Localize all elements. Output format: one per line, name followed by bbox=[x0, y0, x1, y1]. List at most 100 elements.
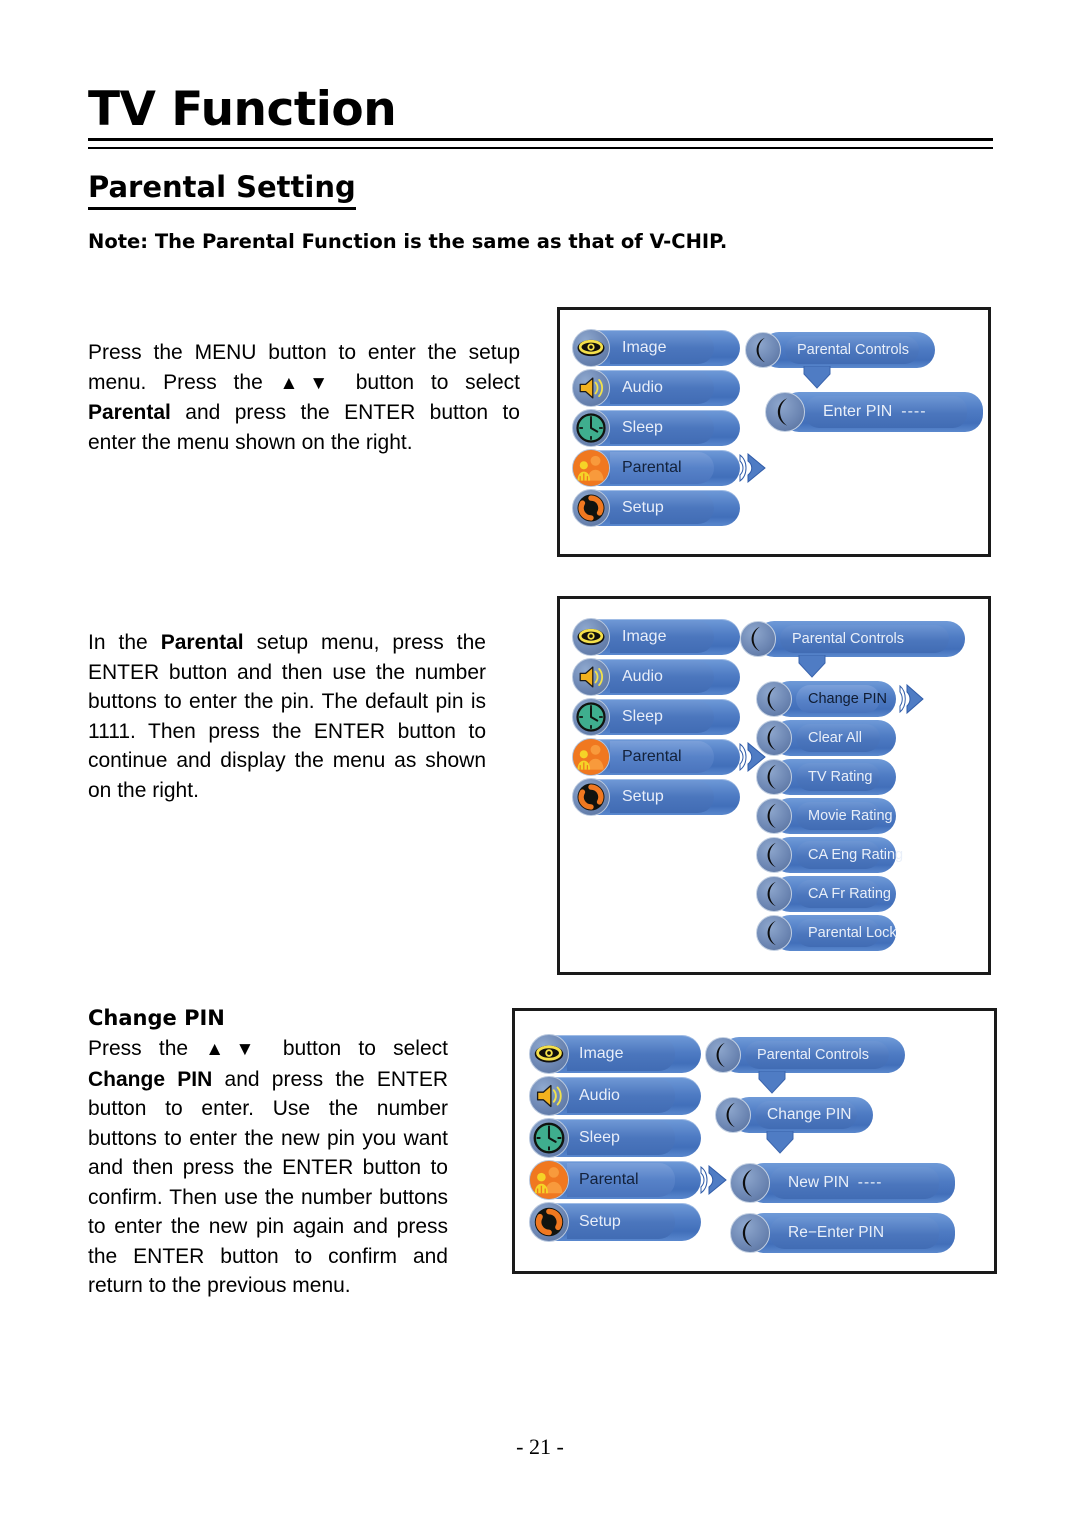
submenu-header-parental-controls[interactable]: Parental Controls bbox=[745, 332, 935, 368]
family-icon bbox=[572, 738, 610, 776]
subheading-change-pin: Change PIN bbox=[88, 1006, 225, 1030]
menu-row-parental[interactable]: Parental bbox=[572, 448, 766, 488]
page-number: - 21 - bbox=[516, 1434, 564, 1459]
submenu-item-change-pin[interactable]: Change PIN bbox=[756, 681, 924, 717]
selection-arrow-icon bbox=[898, 683, 926, 715]
submenu-item-label: Movie Rating bbox=[808, 808, 893, 824]
submenu-item-tv-rating[interactable]: TV Rating bbox=[756, 759, 896, 795]
menu-row-audio[interactable]: Audio bbox=[572, 657, 740, 697]
osd-diagram-change-pin: Image Audio Sleep Parental Setup Parenta… bbox=[512, 1008, 997, 1274]
submenu-header-parental-controls[interactable]: Parental Controls bbox=[705, 1037, 905, 1073]
menu-row-sleep[interactable]: Sleep bbox=[572, 697, 740, 737]
p2-part-a: In the bbox=[88, 631, 161, 654]
menu-label: Audio bbox=[579, 1087, 620, 1104]
speaker-icon bbox=[572, 369, 610, 407]
osd-main-menu: Image Audio Sleep Parental Setup bbox=[529, 1033, 727, 1243]
submenu-header-label: Parental Controls bbox=[797, 342, 910, 358]
menu-row-setup[interactable]: Setup bbox=[572, 488, 740, 528]
menu-row-image[interactable]: Image bbox=[572, 328, 740, 368]
submenu-item-label: Clear All bbox=[808, 730, 862, 746]
p2-bold-parental: Parental bbox=[160, 631, 244, 654]
enter-pin-value: ---- bbox=[901, 403, 927, 420]
updown-arrow-glyphs: ▲▼ bbox=[279, 372, 339, 394]
eye-icon bbox=[529, 1034, 569, 1074]
submenu-item-movie-rating[interactable]: Movie Rating bbox=[756, 798, 896, 834]
menu-row-parental[interactable]: Parental bbox=[572, 737, 766, 777]
speaker-icon bbox=[529, 1076, 569, 1116]
family-icon bbox=[529, 1160, 569, 1200]
crescent-icon bbox=[715, 1097, 751, 1133]
menu-label: Sleep bbox=[622, 419, 663, 436]
p3-part-a: Press the bbox=[88, 1037, 206, 1060]
clock-icon bbox=[572, 409, 610, 447]
submenu-header-label: Parental Controls bbox=[792, 631, 905, 647]
note-text: Note: The Parental Function is the same … bbox=[88, 230, 728, 253]
menu-label: Image bbox=[622, 628, 667, 645]
title-divider bbox=[88, 138, 993, 149]
menu-label: Setup bbox=[622, 788, 664, 805]
menu-row-image[interactable]: Image bbox=[529, 1033, 701, 1075]
submenu-item-label: New PIN ---- bbox=[788, 1174, 882, 1192]
refresh-icon bbox=[572, 489, 610, 527]
instruction-paragraph-3: Press the ▲▼ button to select Change PIN… bbox=[88, 1034, 448, 1301]
connector-down-arrow-icon bbox=[800, 366, 834, 390]
crescent-icon bbox=[705, 1037, 741, 1073]
osd-diagram-enter-pin: Image Audio Sleep Parental Setup Parenta… bbox=[557, 307, 991, 557]
crescent-icon bbox=[756, 681, 792, 717]
submenu-item-enter-pin[interactable]: Enter PIN ---- bbox=[765, 392, 983, 432]
menu-label: Sleep bbox=[622, 708, 663, 725]
submenu-item-parental-lock[interactable]: Parental Lock bbox=[756, 915, 897, 951]
submenu-item-clear-all[interactable]: Clear All bbox=[756, 720, 896, 756]
submenu-item-change-pin[interactable]: Change PIN bbox=[715, 1097, 873, 1133]
eye-icon bbox=[572, 618, 610, 656]
menu-row-image[interactable]: Image bbox=[572, 617, 740, 657]
speaker-icon bbox=[572, 658, 610, 696]
enter-pin-text: Enter PIN bbox=[823, 403, 893, 420]
section-title: Parental Setting bbox=[88, 170, 356, 210]
osd-main-menu: Image Audio Sleep Parental Setup bbox=[572, 617, 766, 817]
p2-part-b: setup menu, press the ENTER button and t… bbox=[88, 631, 486, 802]
crescent-icon bbox=[756, 915, 792, 951]
updown-arrow-glyphs: ▲▼ bbox=[205, 1039, 266, 1060]
submenu-item-label: Change PIN bbox=[767, 1106, 852, 1123]
submenu-item-label: Change PIN bbox=[808, 691, 887, 707]
menu-row-sleep[interactable]: Sleep bbox=[529, 1117, 701, 1159]
p1-bold-parental: Parental bbox=[88, 401, 171, 424]
menu-label: Setup bbox=[622, 499, 664, 516]
submenu-item-re-enter-pin[interactable]: Re−Enter PIN bbox=[730, 1213, 955, 1253]
submenu-item-label: CA Eng Rating bbox=[808, 847, 904, 863]
menu-row-setup[interactable]: Setup bbox=[529, 1201, 701, 1243]
submenu-item-new-pin[interactable]: New PIN ---- bbox=[730, 1163, 955, 1203]
p3-part-c: and press the ENTER button to enter. Use… bbox=[88, 1067, 448, 1298]
submenu-item-label: CA Fr Rating bbox=[808, 886, 891, 902]
menu-label: Audio bbox=[622, 668, 663, 685]
menu-row-setup[interactable]: Setup bbox=[572, 777, 740, 817]
submenu-item-ca-eng-rating[interactable]: CA Eng Rating bbox=[756, 837, 903, 873]
submenu-header-parental-controls[interactable]: Parental Controls bbox=[740, 621, 965, 657]
menu-label: Parental bbox=[622, 459, 682, 476]
menu-row-audio[interactable]: Audio bbox=[572, 368, 740, 408]
crescent-icon bbox=[756, 876, 792, 912]
p3-bold-change-pin: Change PIN bbox=[88, 1067, 213, 1091]
menu-label: Setup bbox=[579, 1213, 621, 1230]
crescent-icon bbox=[756, 798, 792, 834]
menu-row-sleep[interactable]: Sleep bbox=[572, 408, 740, 448]
refresh-icon bbox=[529, 1202, 569, 1242]
clock-icon bbox=[529, 1118, 569, 1158]
refresh-icon bbox=[572, 778, 610, 816]
new-pin-text: New PIN bbox=[788, 1174, 850, 1191]
submenu-item-label: TV Rating bbox=[808, 769, 873, 785]
connector-down-arrow-icon bbox=[795, 655, 829, 679]
crescent-icon bbox=[730, 1213, 770, 1253]
menu-label: Image bbox=[579, 1045, 624, 1062]
crescent-icon bbox=[765, 392, 805, 432]
eye-icon bbox=[572, 329, 610, 367]
crescent-icon bbox=[730, 1163, 770, 1203]
submenu-item-ca-fr-rating[interactable]: CA Fr Rating bbox=[756, 876, 896, 912]
submenu-item-label: Parental Lock bbox=[808, 925, 897, 941]
page-title: TV Function bbox=[88, 82, 397, 137]
instruction-paragraph-1: Press the MENU button to enter the setup… bbox=[88, 338, 520, 457]
menu-row-audio[interactable]: Audio bbox=[529, 1075, 701, 1117]
menu-label: Parental bbox=[579, 1171, 639, 1188]
menu-row-parental[interactable]: Parental bbox=[529, 1159, 727, 1201]
